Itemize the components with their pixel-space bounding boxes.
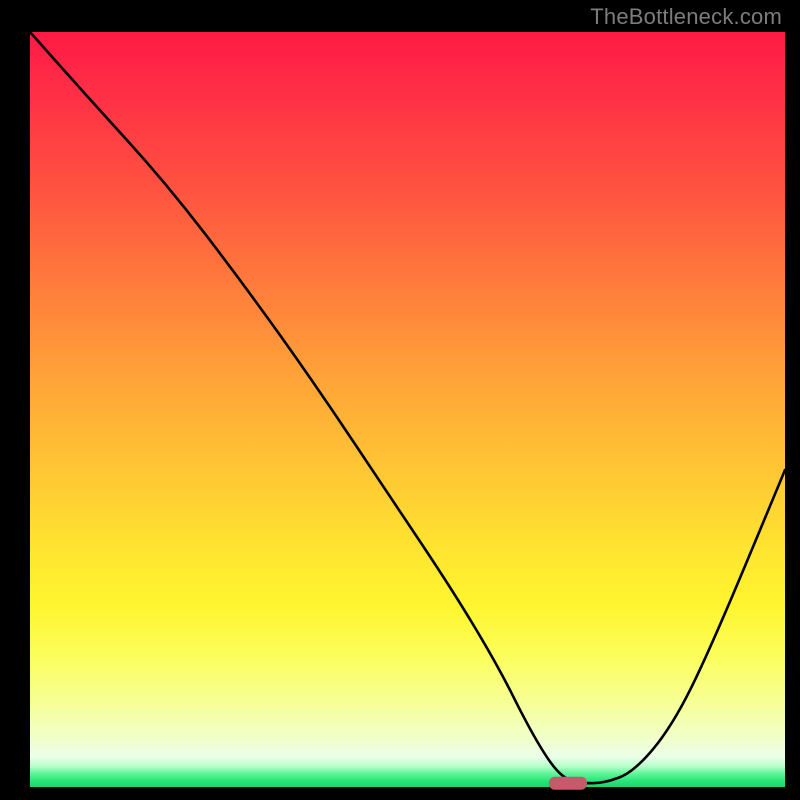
curve-path xyxy=(30,32,785,783)
watermark-text: TheBottleneck.com xyxy=(590,4,782,30)
bottleneck-curve xyxy=(30,32,785,787)
chart-frame: TheBottleneck.com xyxy=(0,0,800,800)
plot-area xyxy=(30,32,785,787)
optimal-marker xyxy=(549,777,587,790)
